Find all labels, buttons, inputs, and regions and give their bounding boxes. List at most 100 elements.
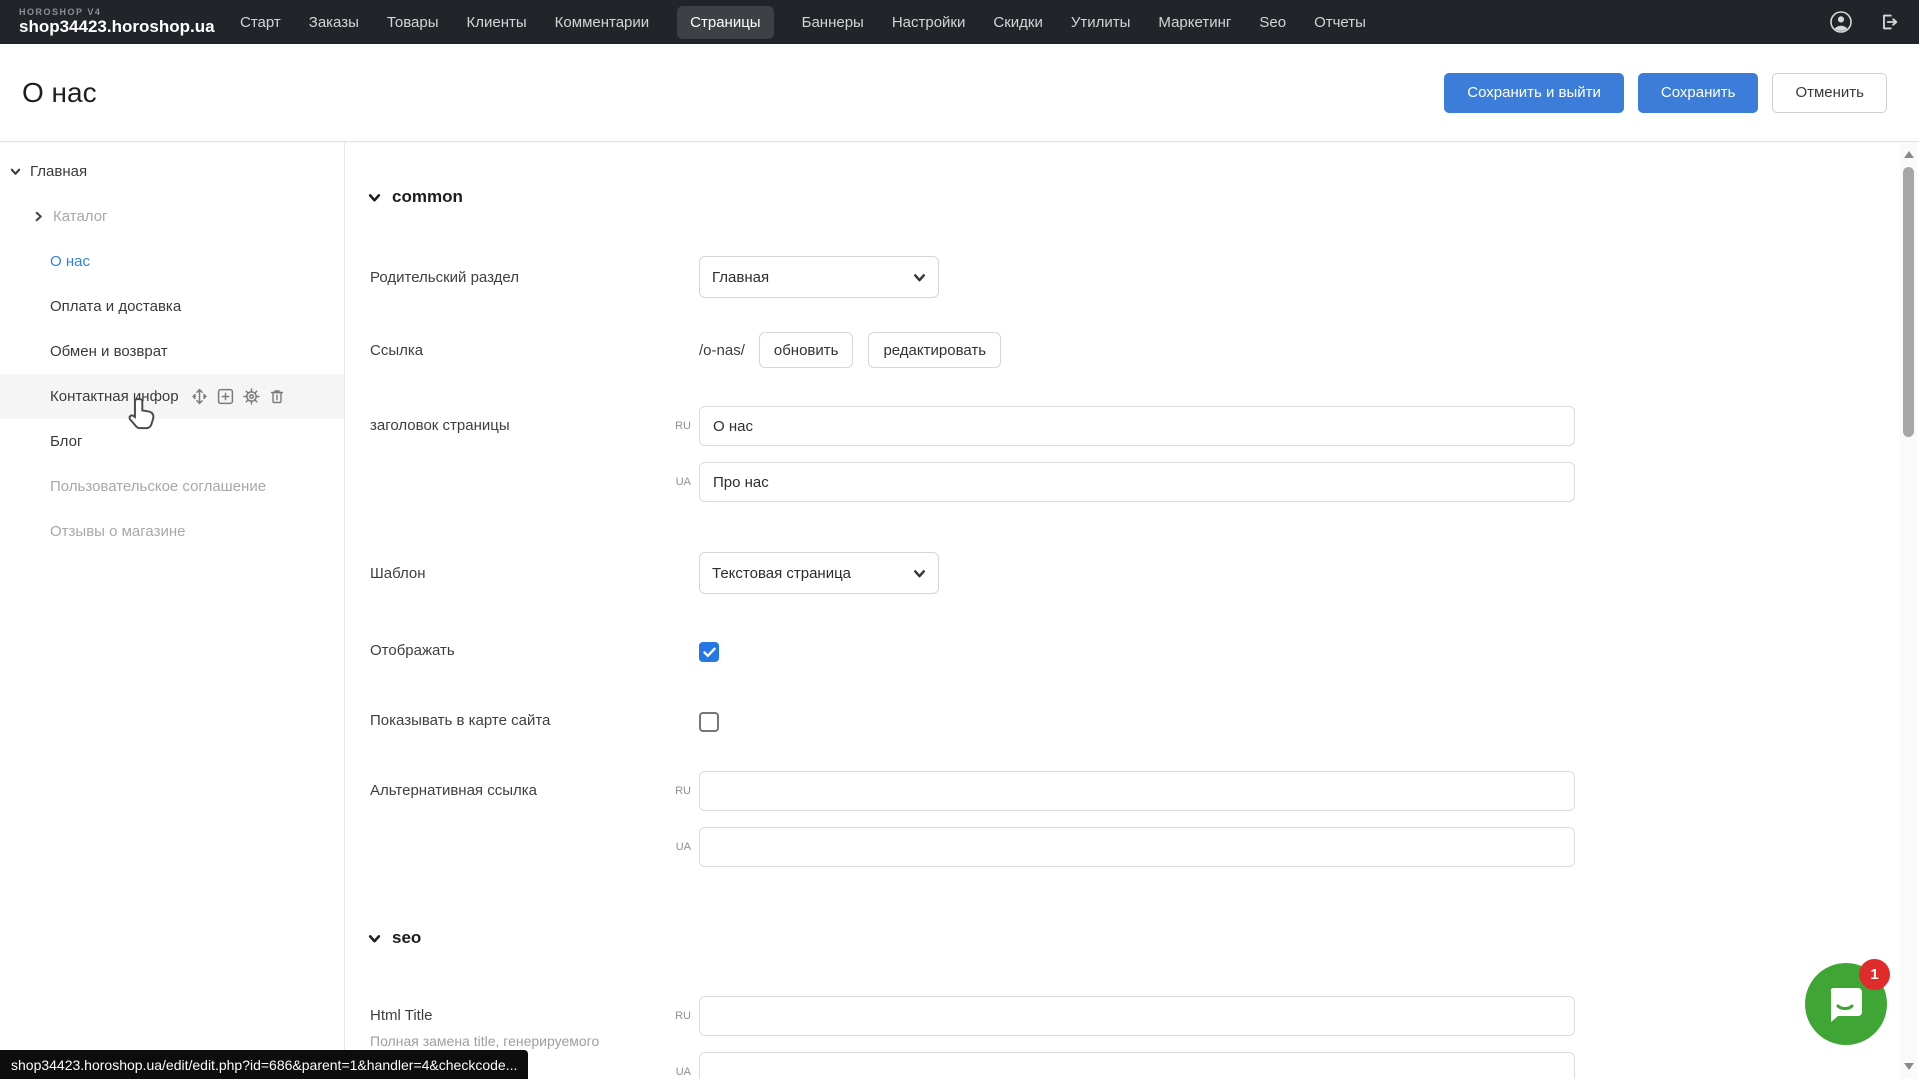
section-common[interactable]: common xyxy=(368,187,463,207)
menu-item-start[interactable]: Старт xyxy=(240,14,281,31)
tree-item-kontaktnaya[interactable]: Контактная инфор xyxy=(0,374,344,419)
logo[interactable]: HOROSHOP V4 shop34423.horoshop.ua xyxy=(19,8,215,35)
chat-unread-badge: 1 xyxy=(1859,959,1890,990)
refresh-link-button[interactable]: обновить xyxy=(759,332,854,368)
tree-item-glavnaya[interactable]: Главная xyxy=(0,149,344,194)
save-and-exit-button[interactable]: Сохранить и выйти xyxy=(1444,73,1624,113)
tree-item-label: Главная xyxy=(30,163,87,180)
lang-badge-ua: UA xyxy=(665,1052,691,1079)
page-title-ru-input[interactable] xyxy=(699,406,1575,446)
field-label: заголовок страницы xyxy=(370,406,665,434)
field-label: Отображать xyxy=(370,640,665,659)
lang-badge-ua: UA xyxy=(665,462,691,502)
body-area: Главная Каталог О нас Оплата и доставка … xyxy=(0,142,1919,1079)
alt-link-ua-input[interactable] xyxy=(699,827,1575,867)
main-menu: Старт Заказы Товары Клиенты Комментарии … xyxy=(240,0,1366,44)
page-header: О нас Сохранить и выйти Сохранить Отмени… xyxy=(0,44,1919,142)
lang-badge-ru: RU xyxy=(665,771,691,811)
tree-item-label: О нас xyxy=(50,253,90,270)
menu-item-utilities[interactable]: Утилиты xyxy=(1071,14,1131,31)
tree-item-label: Контактная инфор xyxy=(50,388,179,405)
select-value: Главная xyxy=(712,269,769,286)
field-label: Html Title Полная замена title, генериру… xyxy=(370,996,665,1049)
logo-domain: shop34423.horoshop.ua xyxy=(19,18,215,36)
page-title-ua-input[interactable] xyxy=(699,462,1575,502)
field-hint: Полная замена title, генерируемого xyxy=(370,1033,665,1049)
scrollbar-thumb[interactable] xyxy=(1903,167,1914,437)
account-icon[interactable] xyxy=(1829,10,1853,34)
select-value: Текстовая страница xyxy=(712,565,851,582)
sitemap-checkbox[interactable] xyxy=(699,712,719,732)
scroll-down-arrow-icon[interactable] xyxy=(1904,1063,1914,1070)
tree-item-blog[interactable]: Блог xyxy=(0,419,344,464)
menu-item-banners[interactable]: Баннеры xyxy=(802,14,864,31)
scroll-up-arrow-icon[interactable] xyxy=(1904,151,1914,158)
menu-item-discounts[interactable]: Скидки xyxy=(993,14,1042,31)
field-label: Альтернативная ссылка xyxy=(370,771,665,799)
chevron-down-icon xyxy=(913,271,926,284)
chat-bubble-icon xyxy=(1825,984,1867,1024)
lang-badge-ru: RU xyxy=(665,996,691,1036)
tree-item-label: Каталог xyxy=(53,208,108,225)
edit-link-button[interactable]: редактировать xyxy=(868,332,1001,368)
page-edit-form: common Родительский раздел Главная Ссылк… xyxy=(345,142,1919,1079)
link-preview-statusbar: shop34423.horoshop.ua/edit/edit.php?id=6… xyxy=(0,1050,528,1079)
parent-section-select[interactable]: Главная xyxy=(699,256,939,298)
tree-item-oplata[interactable]: Оплата и доставка xyxy=(0,284,344,329)
field-label: Родительский раздел xyxy=(370,269,665,286)
html-title-ru-input[interactable] xyxy=(699,996,1575,1036)
menu-item-pages[interactable]: Страницы xyxy=(677,6,773,39)
chat-widget-button[interactable]: 1 xyxy=(1805,963,1887,1045)
section-seo[interactable]: seo xyxy=(368,928,421,948)
tree-item-label: Блог xyxy=(50,433,82,450)
cancel-button[interactable]: Отменить xyxy=(1772,73,1887,113)
delete-trash-icon[interactable] xyxy=(269,388,285,405)
chevron-down-icon xyxy=(913,567,926,580)
display-row: Отображать xyxy=(370,640,719,662)
move-icon[interactable] xyxy=(191,388,208,405)
check-icon xyxy=(703,647,716,658)
template-select[interactable]: Текстовая страница xyxy=(699,552,939,594)
tree-item-katalog[interactable]: Каталог xyxy=(0,194,344,239)
alt-link-ru-input[interactable] xyxy=(699,771,1575,811)
menu-item-orders[interactable]: Заказы xyxy=(309,14,359,31)
add-page-icon[interactable] xyxy=(217,388,234,405)
logout-icon[interactable] xyxy=(1877,10,1901,34)
tree-item-obmen[interactable]: Обмен и возврат xyxy=(0,329,344,374)
vertical-scrollbar[interactable] xyxy=(1900,142,1917,1079)
menu-item-reports[interactable]: Отчеты xyxy=(1314,14,1366,31)
settings-gear-icon[interactable] xyxy=(243,388,260,405)
lang-badge-ru: RU xyxy=(665,406,691,446)
menu-item-marketing[interactable]: Маркетинг xyxy=(1158,14,1231,31)
field-label-text: Html Title xyxy=(370,1007,433,1024)
field-label: Показывать в карте сайта xyxy=(370,710,665,729)
chevron-down-icon xyxy=(368,932,381,945)
save-button[interactable]: Сохранить xyxy=(1638,73,1759,113)
sitemap-row: Показывать в карте сайта xyxy=(370,710,719,732)
alt-link-row: Альтернативная ссылка RU UA xyxy=(370,771,1575,867)
menu-item-clients[interactable]: Клиенты xyxy=(467,14,527,31)
parent-section-row: Родительский раздел Главная xyxy=(370,256,939,298)
chevron-down-icon[interactable] xyxy=(10,166,21,177)
chevron-right-icon[interactable] xyxy=(33,211,44,222)
menu-item-comments[interactable]: Комментарии xyxy=(555,14,649,31)
tree-item-o-nas[interactable]: О нас xyxy=(0,239,344,284)
tree-item-otzyvy[interactable]: Отзывы о магазине xyxy=(0,509,344,554)
app-window: HOROSHOP V4 shop34423.horoshop.ua Старт … xyxy=(0,0,1919,1079)
header-buttons: Сохранить и выйти Сохранить Отменить xyxy=(1444,73,1887,113)
pages-tree-sidebar: Главная Каталог О нас Оплата и доставка … xyxy=(0,142,345,1079)
tree-item-label: Пользовательское соглашение xyxy=(50,478,266,495)
display-checkbox[interactable] xyxy=(699,642,719,662)
menu-item-settings[interactable]: Настройки xyxy=(892,14,966,31)
menu-item-seo[interactable]: Seo xyxy=(1259,14,1286,31)
top-navbar: HOROSHOP V4 shop34423.horoshop.ua Старт … xyxy=(0,0,1919,44)
menu-item-products[interactable]: Товары xyxy=(387,14,439,31)
tree-item-label: Оплата и доставка xyxy=(50,298,181,315)
tree-item-soglashenie[interactable]: Пользовательское соглашение xyxy=(0,464,344,509)
template-row: Шаблон Текстовая страница xyxy=(370,552,939,594)
field-label: Ссылка xyxy=(370,342,665,359)
tree-item-label: Отзывы о магазине xyxy=(50,523,185,540)
html-title-ua-input[interactable] xyxy=(699,1052,1575,1079)
link-row: Ссылка /o-nas/ обновить редактировать xyxy=(370,332,1001,368)
field-label: Шаблон xyxy=(370,565,665,582)
